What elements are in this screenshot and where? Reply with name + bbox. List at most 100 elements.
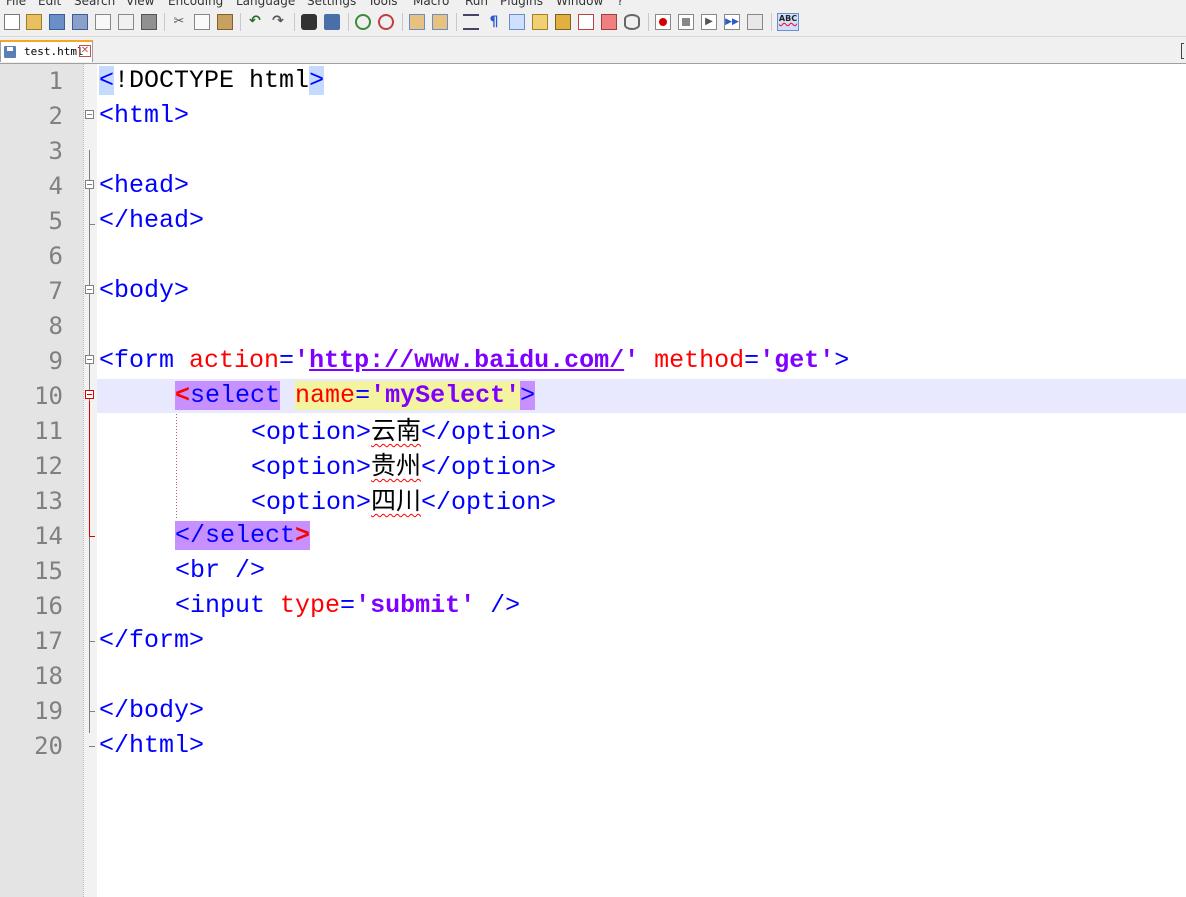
token-tag: <option> (251, 488, 372, 517)
line-number: 7 (48, 277, 63, 305)
token-tag-match: select (190, 381, 281, 410)
show-all-characters-icon[interactable]: ¶ (486, 14, 502, 30)
word-wrap-icon[interactable] (463, 14, 479, 30)
code-line-9: 9 <form action='http://www.baidu.com/' m… (0, 344, 1186, 379)
menu-help[interactable]: ? (617, 0, 623, 8)
record-macro-icon[interactable] (655, 14, 671, 30)
user-language-icon[interactable] (532, 14, 548, 30)
doc-map-icon[interactable] (555, 14, 571, 30)
toolbar-separator (648, 13, 649, 31)
fold-toggle-icon[interactable] (85, 285, 94, 294)
play-macro-icon[interactable]: ▶ (701, 14, 717, 30)
code-text: </select> (175, 521, 311, 551)
indent-guide (176, 414, 177, 449)
menu-plugins[interactable]: Plugins (500, 0, 543, 8)
menu-edit[interactable]: Edit (38, 0, 61, 8)
line-number: 13 (34, 487, 63, 515)
find-icon[interactable] (301, 14, 317, 30)
code-text: <html> (99, 101, 190, 130)
menu-search[interactable]: Search (74, 0, 115, 8)
token-bracket: < (99, 66, 115, 95)
token-tag: /> (475, 591, 521, 620)
toolbar-separator (294, 13, 295, 31)
line-number: 2 (48, 102, 63, 130)
code-line-1: 1 <!DOCTYPE html> (0, 64, 1186, 99)
code-line-20: 20 </html> (0, 729, 1186, 764)
menu-window[interactable]: Window (556, 0, 603, 8)
replace-icon[interactable] (324, 14, 340, 30)
tab-scroll-icon[interactable] (1181, 43, 1184, 59)
menu-language[interactable]: Language (236, 0, 295, 8)
code-line-13: 13 <option>四川</option> (0, 484, 1186, 519)
menu-macro[interactable]: Macro (413, 0, 449, 8)
tab-close-icon[interactable]: ✕ (79, 45, 91, 57)
paste-icon[interactable] (217, 14, 233, 30)
close-all-icon[interactable] (118, 14, 134, 30)
indent-guide-icon[interactable] (509, 14, 525, 30)
toolbar-separator (240, 13, 241, 31)
menu-encoding[interactable]: Encoding (168, 0, 223, 8)
token-eq: = (744, 346, 760, 375)
fold-toggle-icon[interactable] (85, 355, 94, 364)
code-text: <head> (99, 171, 190, 200)
code-line-15: 15 <br /> (0, 554, 1186, 589)
save-icon[interactable] (49, 14, 65, 30)
code-line-6: 6 (0, 239, 1186, 274)
code-text: <select name='mySelect'> (175, 381, 536, 411)
tab-test-html[interactable]: test.html ✕ (0, 40, 93, 62)
line-number: 18 (34, 662, 63, 690)
zoom-out-icon[interactable] (378, 14, 394, 30)
folder-workspace-icon[interactable] (601, 14, 617, 30)
line-number: 4 (48, 172, 63, 200)
fold-toggle-icon[interactable] (85, 110, 94, 119)
toolbar: ✂ ↶ ↷ ¶ ▶ ▶▶ ABC (0, 8, 1186, 37)
code-text: </html> (99, 731, 205, 760)
code-editor[interactable]: 1 <!DOCTYPE html> 2 <html> 3 4 <head> 5 … (0, 64, 1186, 897)
code-line-5: 5 </head> (0, 204, 1186, 239)
menu-tools[interactable]: Tools (368, 0, 398, 8)
code-line-8: 8 (0, 309, 1186, 344)
menu-run[interactable]: Run (465, 0, 488, 8)
code-line-11: 11 <option>云南</option> (0, 414, 1186, 449)
save-macro-icon[interactable] (747, 14, 763, 30)
code-line-2: 2 <html> (0, 99, 1186, 134)
fold-toggle-icon[interactable] (85, 180, 94, 189)
indent-guide (176, 484, 177, 519)
undo-icon[interactable]: ↶ (247, 14, 263, 30)
function-list-icon[interactable] (578, 14, 594, 30)
cut-icon[interactable]: ✂ (171, 14, 187, 30)
zoom-in-icon[interactable] (355, 14, 371, 30)
new-file-icon[interactable] (4, 14, 20, 30)
stop-recording-icon[interactable] (678, 14, 694, 30)
token-bracket-match: > (295, 521, 311, 550)
token-url-link[interactable]: http://www.baidu.com/ (309, 346, 624, 375)
print-icon[interactable] (141, 14, 157, 30)
close-icon[interactable] (95, 14, 111, 30)
redo-icon[interactable]: ↷ (270, 14, 286, 30)
menu-view[interactable]: View (126, 0, 154, 8)
code-text: <input type='submit' /> (175, 591, 520, 621)
code-line-17: 17 </form> (0, 624, 1186, 659)
menu-settings[interactable]: Settings (307, 0, 356, 8)
monitoring-icon[interactable] (624, 14, 640, 30)
copy-icon[interactable] (194, 14, 210, 30)
line-number: 5 (48, 207, 63, 235)
toolbar-separator (402, 13, 403, 31)
sync-horizontal-icon[interactable] (432, 14, 448, 30)
sync-vertical-icon[interactable] (409, 14, 425, 30)
line-number: 16 (34, 592, 63, 620)
fold-toggle-icon[interactable] (85, 390, 94, 399)
spell-check-icon[interactable]: ABC (777, 13, 799, 31)
token-bracket: > (520, 381, 536, 410)
code-text: <form action='http://www.baidu.com/' met… (99, 346, 849, 376)
menu-bar: File Edit Search View Encoding Language … (0, 0, 1186, 8)
token-doctype: !DOCTYPE html (114, 66, 310, 95)
run-macro-multiple-icon[interactable]: ▶▶ (724, 14, 740, 30)
line-number: 14 (34, 522, 63, 550)
save-all-icon[interactable] (72, 14, 88, 30)
menu-file[interactable]: File (6, 0, 26, 8)
open-file-icon[interactable] (26, 14, 42, 30)
token-quote: ' (294, 346, 310, 375)
token-text: 四川 (371, 486, 422, 515)
code-text: </body> (99, 696, 205, 725)
